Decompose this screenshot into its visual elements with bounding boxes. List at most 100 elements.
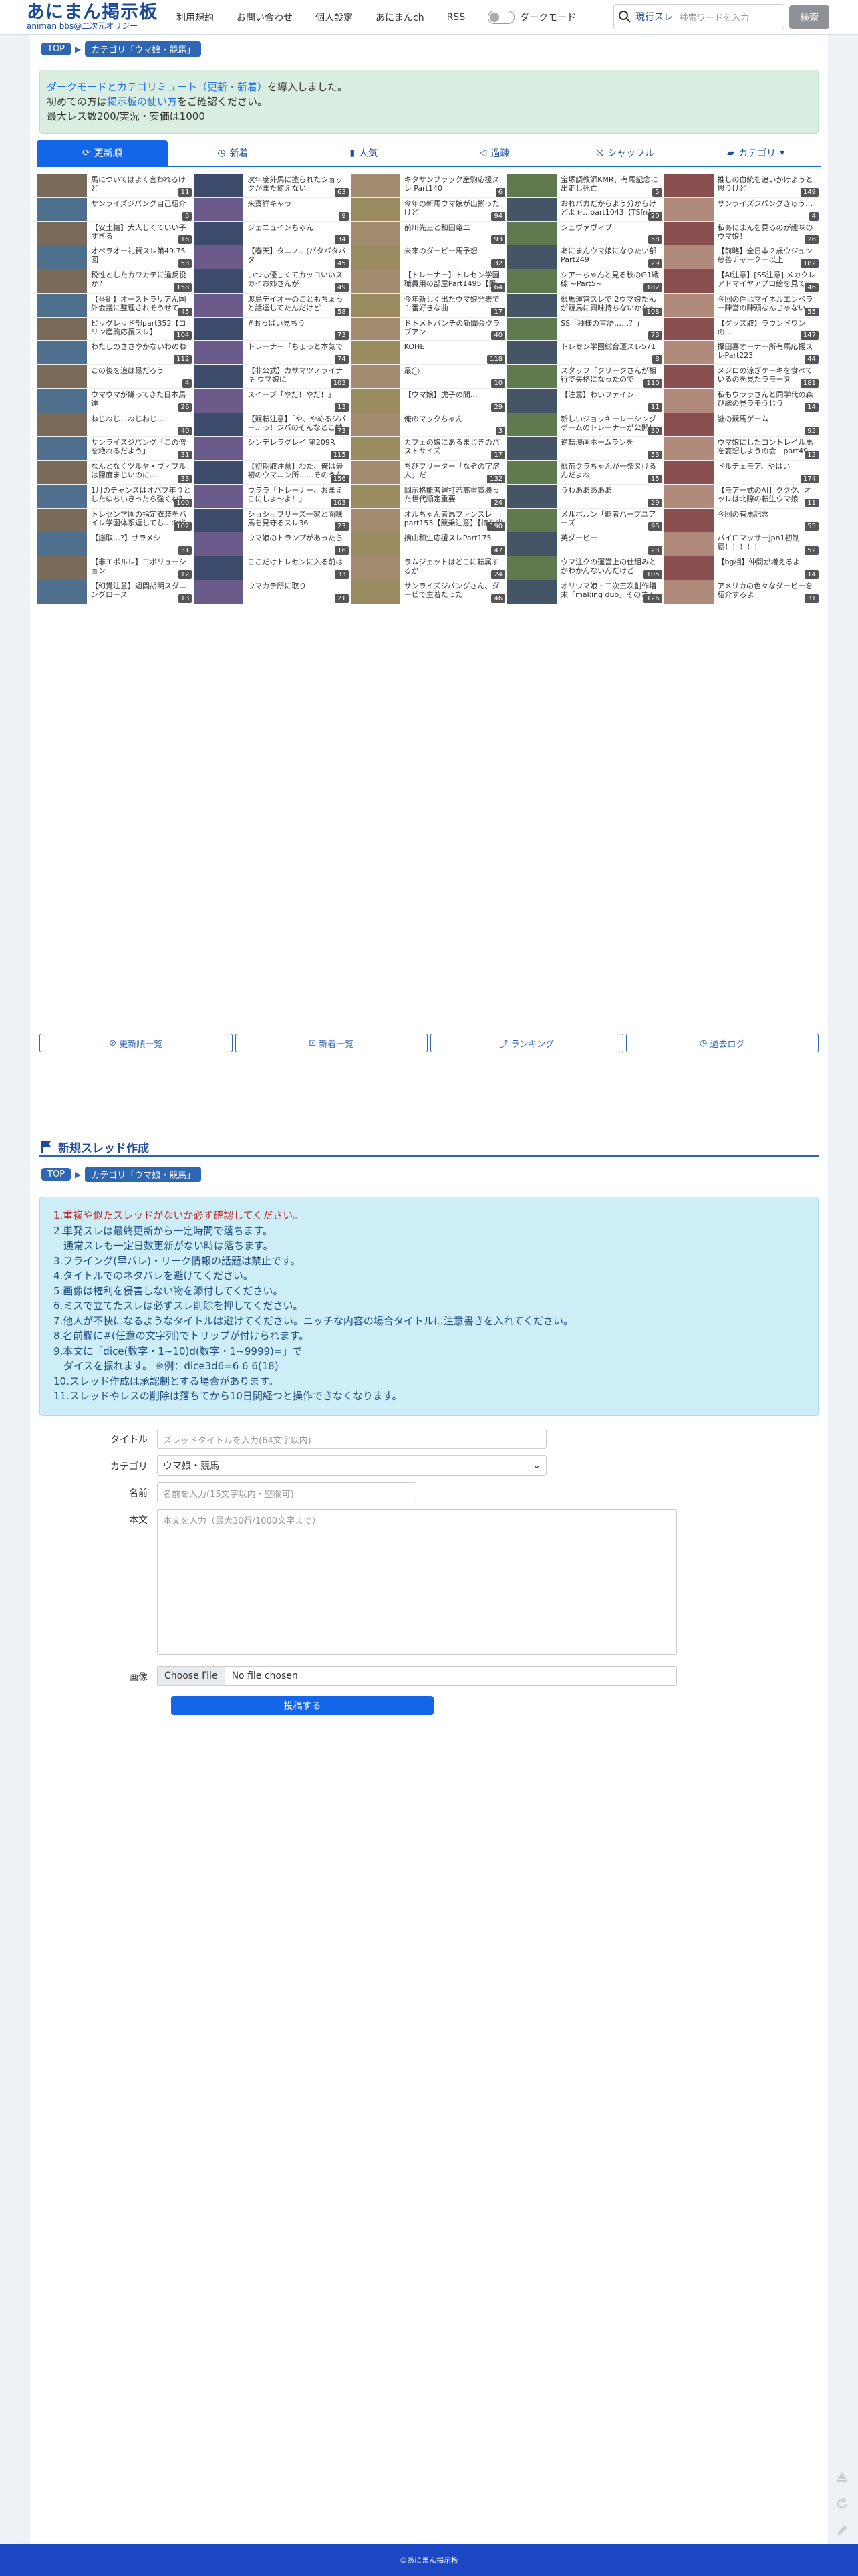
thread-item[interactable]: 【トレーナー】トレセン学園職員用の部屋Part1495【懇談】64 (350, 269, 508, 294)
breadcrumb-top[interactable]: TOP (41, 1168, 72, 1181)
thread-title[interactable]: 摘山和生応援スレPart175 (404, 534, 505, 551)
thread-item[interactable]: 岡示格能者遅打若高重賞勝った世代順定重要 24 (350, 484, 508, 509)
thread-item[interactable]: KOHE 118 (350, 341, 508, 365)
thread-thumbnail[interactable] (664, 174, 714, 197)
thread-thumbnail[interactable] (507, 317, 557, 341)
thread-title[interactable]: サンライズジパング「この僧を絶れるだよう」 (91, 438, 191, 455)
category-select[interactable]: ウマ娘・競馬 ⌄ (157, 1455, 547, 1476)
thread-title[interactable]: なんとなくツルヤ・ヴィブルは隠度まじいのに… (91, 462, 191, 479)
thread-item[interactable]: この後を追は最だろう 4 (37, 365, 194, 389)
thread-item[interactable]: わたしのささやかないわのね 112 (37, 341, 194, 365)
thread-thumbnail[interactable] (194, 341, 244, 365)
thread-title[interactable]: 【幻覚注意】週間胡明スダニングロース (91, 582, 191, 599)
thread-item[interactable]: サンライズジパング自己紹介 5 (37, 197, 194, 222)
thread-title[interactable]: おれバカだからよう分からけどよぉ…part1043【TSfn】 (561, 199, 661, 217)
thread-thumbnail[interactable] (37, 341, 87, 365)
thread-title[interactable]: 【安土輪】大人しくていい子すぎる (91, 223, 191, 241)
thread-item[interactable]: 競苗クラちゃんが一条ヌけるんだよね 15 (507, 461, 664, 485)
thread-thumbnail[interactable] (507, 556, 557, 580)
thread-thumbnail[interactable] (194, 388, 244, 413)
body-textarea[interactable]: 本文を入力（最大30行/1000文字まで） (157, 1509, 677, 1655)
thread-thumbnail[interactable] (37, 221, 87, 245)
submit-button[interactable]: 投稿する (171, 1696, 434, 1715)
ranking-button[interactable]: ⤴ ランキング (430, 1034, 623, 1052)
breadcrumb-top[interactable]: TOP (41, 43, 72, 55)
thread-title[interactable]: 新しいジョッキーレーシングゲームのトレーナーが公開！ (561, 415, 661, 432)
thread-thumbnail[interactable] (37, 532, 87, 556)
thread-item[interactable]: 【AI注意】[SS注意] メカクレアドマイヤアプロ絵を見ていいのでおにはみんなの… (664, 269, 821, 294)
thread-item[interactable]: シンデレラグレイ 第209R 115 (194, 437, 351, 461)
thread-thumbnail[interactable] (507, 413, 557, 437)
thread-item[interactable]: 俺のマックちゃん 3 (350, 413, 508, 437)
thread-item[interactable]: 【競転注意】「や、やめるジパー…っ！ジパのそんなとこ触っても何もんん…っ」？!?… (194, 413, 351, 437)
thread-title[interactable]: 【bg相】仲間が増えるよ (718, 558, 818, 575)
name-input[interactable]: 名前を入力(15文字以内・空欄可) (157, 1482, 416, 1502)
thread-item[interactable]: 攝田喜オーナー所有馬応援スレPart223 44 (664, 341, 821, 365)
thread-item[interactable]: シアーちゃんと見る秋のG1戦線 ~Part5~ 182 (507, 269, 664, 294)
title-input[interactable]: スレッドタイトルを入力(64文字以内) (157, 1429, 547, 1449)
thread-thumbnail[interactable] (507, 221, 557, 245)
thread-thumbnail[interactable] (37, 293, 87, 317)
thread-title[interactable]: スイープ「やだ！やだ！」 (247, 390, 347, 408)
thread-item[interactable]: バイロマッサーjpn1初制覇！！！！！ 52 (664, 532, 821, 556)
thread-thumbnail[interactable] (194, 293, 244, 317)
breadcrumb-category[interactable]: カテゴリ「ウマ娘・競馬」 (85, 1167, 202, 1182)
thread-thumbnail[interactable] (507, 580, 557, 604)
thread-thumbnail[interactable] (507, 484, 557, 508)
thread-item[interactable]: トレセン学園総合運スレ571 8 (507, 341, 664, 365)
thread-thumbnail[interactable] (507, 245, 557, 269)
thread-item[interactable]: ピッグレッド部part352【コリン産駒応援スレ】 104 (37, 317, 194, 342)
thread-thumbnail[interactable] (664, 484, 714, 508)
thread-thumbnail[interactable] (507, 197, 557, 221)
thread-thumbnail[interactable] (507, 293, 557, 317)
thread-title[interactable]: 最◯ (404, 366, 505, 384)
thread-title[interactable]: 前川先三と和田竜二 (404, 223, 505, 241)
thread-title[interactable]: 来賓詳キャラ (247, 199, 347, 217)
thread-item[interactable]: サンライズジパングきゅう… 4 (664, 197, 821, 222)
thread-thumbnail[interactable] (664, 245, 714, 269)
thread-title[interactable]: ここだけトレセンに入る前は (247, 558, 347, 575)
thread-item[interactable]: サンライズジパング「この僧を絶れるだよう」 31 (37, 437, 194, 461)
thread-title[interactable]: SS「種様の言語……？」 (561, 319, 661, 336)
thread-item[interactable]: ショショブリーズ一家と面味馬を見守るスレ36 23 (194, 508, 351, 533)
thread-item[interactable]: 推しの血統を追いかけようと思うけど 149 (664, 174, 821, 198)
thread-title[interactable]: 【モア一式のAI】ククク、オッレは北際の転生ウマ娘 (718, 486, 818, 503)
thread-title[interactable]: ねじねじ…ねじねじ… (91, 415, 191, 432)
thread-title[interactable]: メルボルン「覇者ハープユアーズ (561, 510, 661, 528)
thread-thumbnail[interactable] (37, 197, 87, 221)
thread-thumbnail[interactable] (507, 269, 557, 293)
thread-title[interactable]: 今回の件はマイネルエンペラー陣営の陣頭なんじゃないか？ (718, 295, 818, 312)
thread-title[interactable]: 馬についてはよく言われるけど (91, 175, 191, 193)
thread-thumbnail[interactable] (37, 388, 87, 413)
thread-item[interactable]: SS「種様の言語……？」 73 (507, 317, 664, 342)
search-scope[interactable]: 現行スレ (635, 10, 673, 23)
thread-title[interactable]: ウマカテ所に取り (247, 582, 347, 599)
tab-shuffle[interactable]: ⤨ シャッフル (560, 140, 691, 166)
thread-thumbnail[interactable] (350, 556, 400, 580)
thread-item[interactable]: 【非公式】カサマツノライナキ ウマ娘に 103 (194, 365, 351, 389)
thread-item[interactable]: 前川先三と和田竜二 93 (350, 221, 508, 246)
nav-terms[interactable]: 利用規約 (176, 11, 214, 24)
thread-thumbnail[interactable] (507, 437, 557, 461)
thread-thumbnail[interactable] (194, 532, 244, 556)
thread-item[interactable]: 馬についてはよく言われるけど 11 (37, 174, 194, 198)
thread-item[interactable]: ウマカテ所に取り 21 (194, 580, 351, 604)
new-list-button[interactable]: ⊡ 新着一覧 (235, 1034, 428, 1052)
thread-title[interactable]: ウマウマが嫌ってきた日本馬達 (91, 390, 191, 408)
thread-title[interactable]: #おっぱい見ちう (247, 319, 347, 336)
thread-title[interactable]: カフェの娘にあるまじきのパストサイズ (404, 438, 505, 455)
thread-item[interactable]: いつも優しくてカッコいいスカイお姉さんが 49 (194, 269, 351, 294)
thread-item[interactable]: 【初期取注意】わた、俺は最初のウマニン所……そのうち 156 (194, 461, 351, 485)
thread-thumbnail[interactable] (194, 413, 244, 437)
thread-item[interactable]: 摘山和生応援スレPart175 47 (350, 532, 508, 556)
thread-thumbnail[interactable] (194, 437, 244, 461)
thread-item[interactable]: 競馬運営スレで 2ウマ娘たんが競馬に興味持ちないかな〜 108 (507, 293, 664, 318)
thread-thumbnail[interactable] (664, 532, 714, 556)
thread-title[interactable]: 岡示格能者遅打若高重賞勝った世代順定重要 (404, 486, 505, 503)
thread-thumbnail[interactable] (194, 317, 244, 341)
thread-title[interactable]: 私あにまんを見るのが趣味のウマ娘！ (718, 223, 818, 241)
thread-item[interactable]: 私もウララさんと同学代の森び総の見ラモうじう 14 (664, 388, 821, 413)
thread-thumbnail[interactable] (664, 508, 714, 532)
thread-item[interactable]: 来賓詳キャラ 9 (194, 197, 351, 222)
thread-title[interactable]: あにまんウマ娘になりたい部Part249 (561, 247, 661, 264)
